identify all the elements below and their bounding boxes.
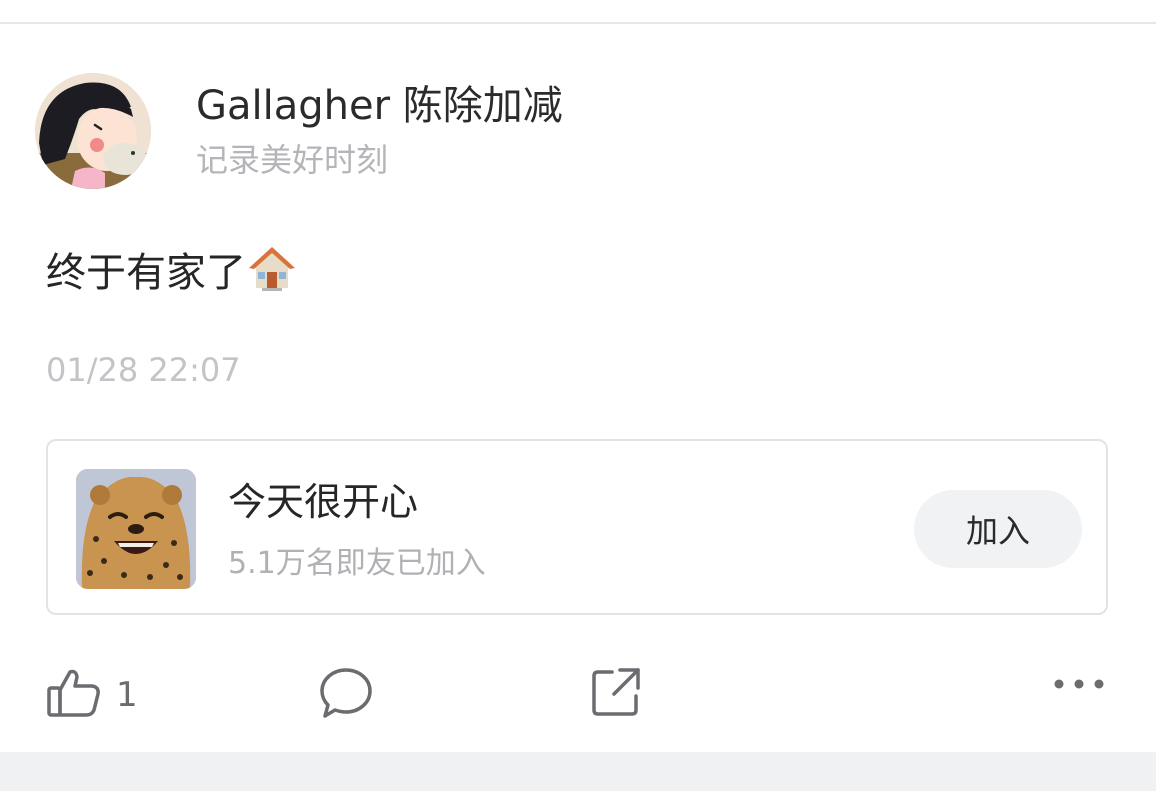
share-icon	[590, 668, 642, 722]
post-timestamp: 01/28 22:07	[46, 351, 241, 389]
like-button[interactable]: 1	[46, 666, 138, 724]
author-avatar[interactable]	[35, 73, 151, 189]
post-text: 终于有家了	[46, 244, 296, 306]
group-thumbnail	[76, 469, 196, 589]
group-member-count: 5.1万名即友已加入	[228, 546, 486, 581]
comment-bubble-icon	[319, 668, 373, 724]
group-card[interactable]: 今天很开心 5.1万名即友已加入 加入	[46, 439, 1108, 615]
join-button[interactable]: 加入	[914, 490, 1082, 568]
comment-button[interactable]	[319, 666, 373, 724]
post-text-content: 终于有家了	[46, 250, 246, 296]
group-name: 今天很开心	[228, 480, 419, 524]
like-count: 1	[116, 675, 138, 715]
house-emoji-icon	[248, 244, 296, 306]
more-button[interactable]	[1052, 676, 1106, 695]
author-name[interactable]: Gallagher 陈除加减	[196, 80, 563, 132]
more-dots-icon	[1052, 676, 1106, 695]
bottom-separator	[0, 752, 1156, 791]
top-divider	[0, 22, 1156, 24]
share-button[interactable]	[590, 666, 642, 722]
author-bio: 记录美好时刻	[196, 141, 389, 179]
thumbs-up-icon	[46, 668, 102, 722]
action-bar: 1	[0, 660, 1156, 730]
